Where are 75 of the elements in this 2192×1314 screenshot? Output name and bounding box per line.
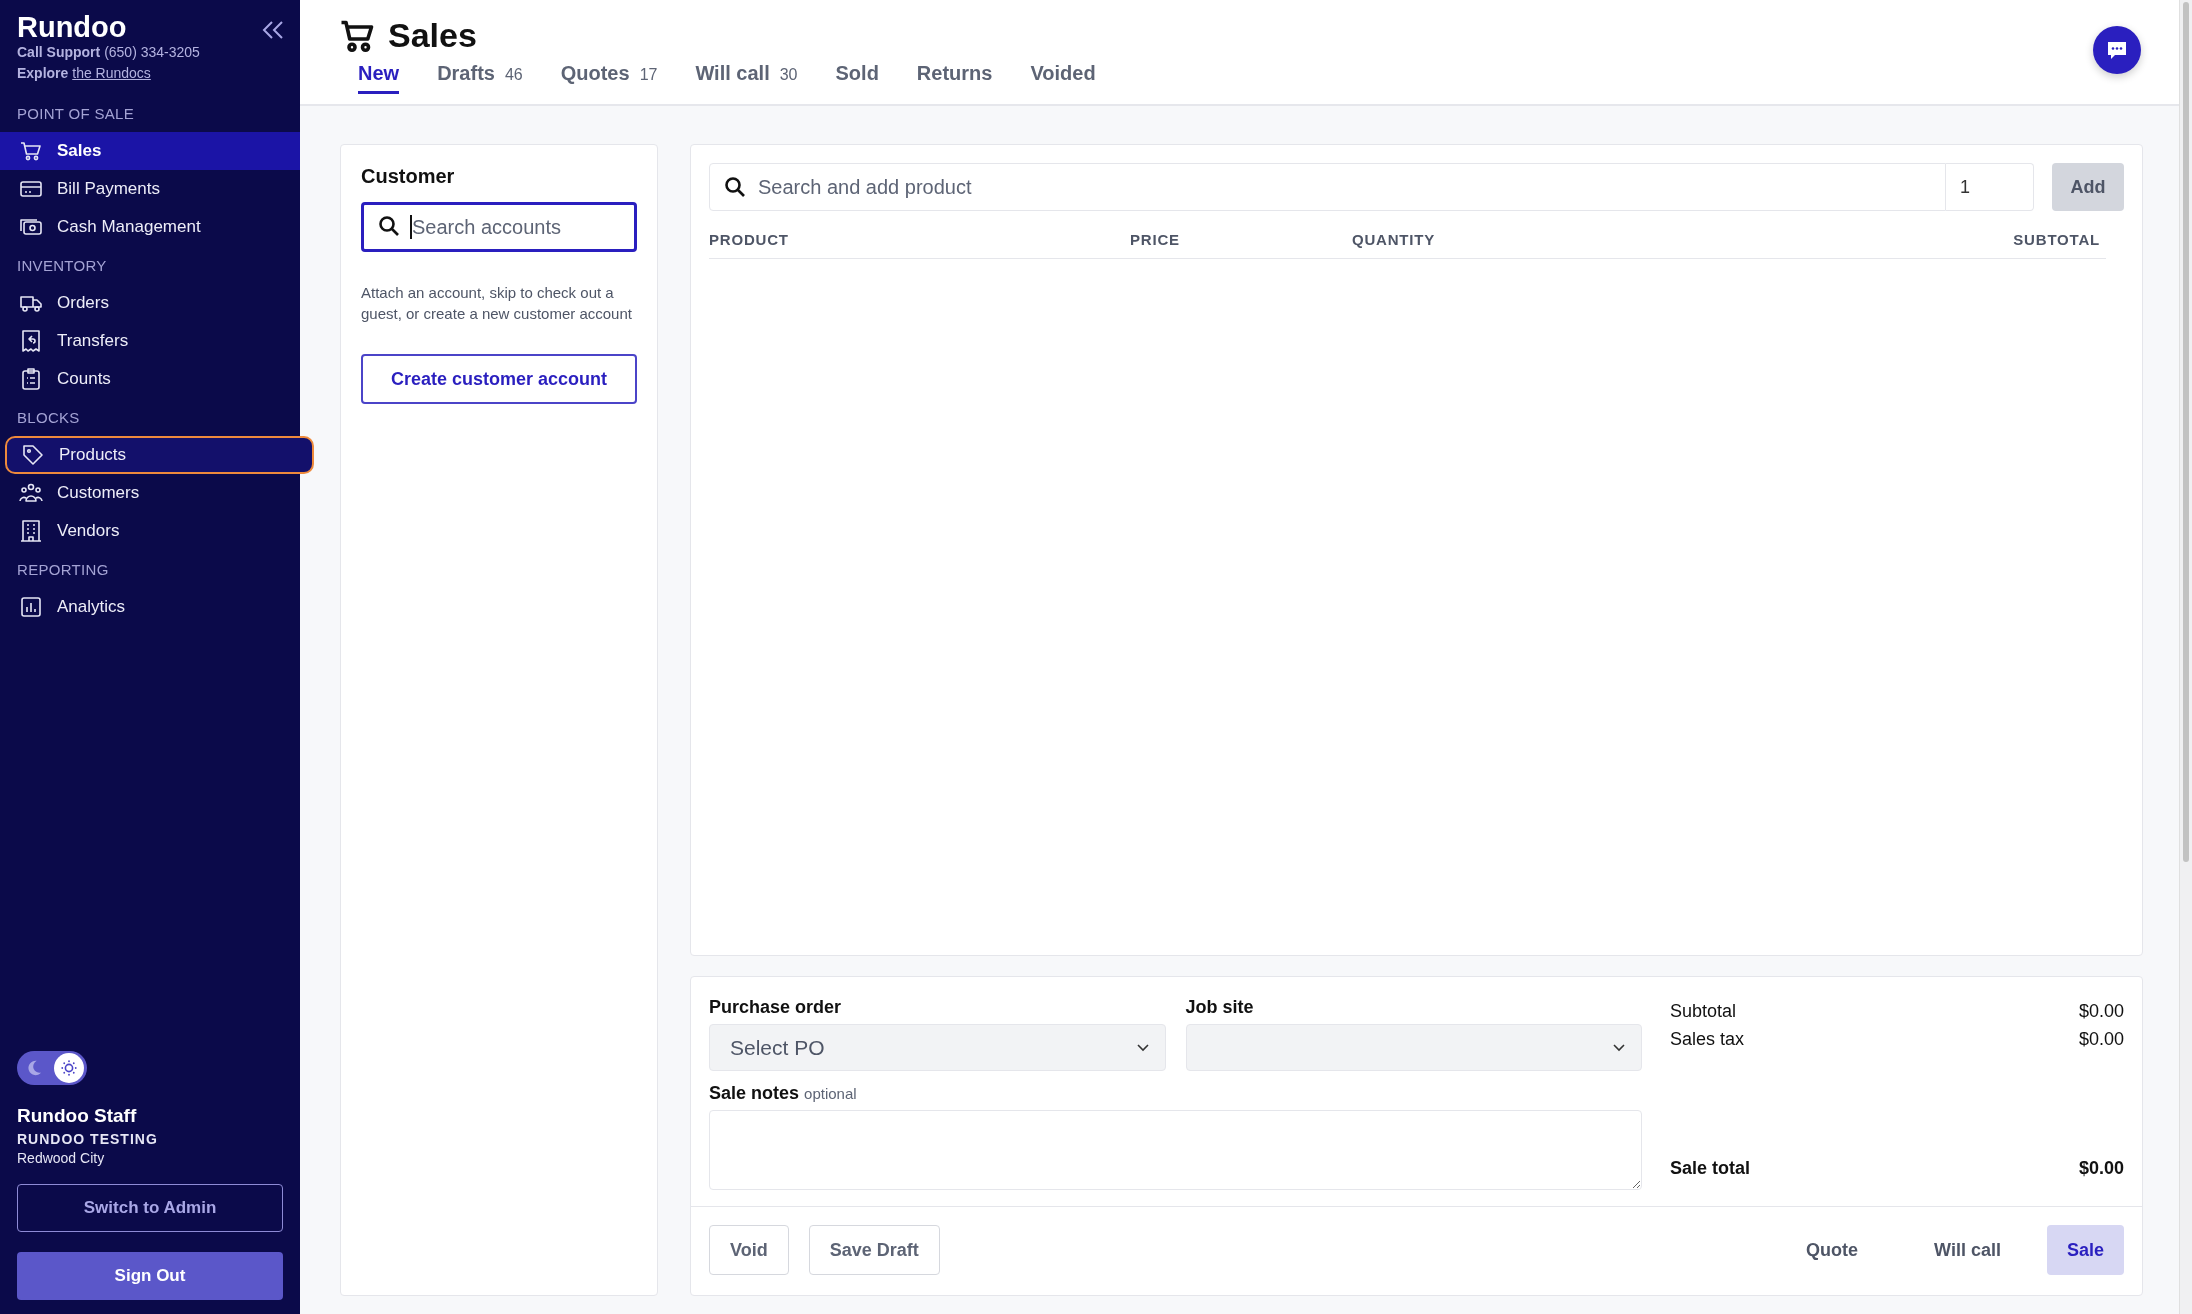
product-search-field[interactable]: Search and add product — [709, 163, 1946, 211]
tag-icon — [21, 443, 45, 467]
theme-toggle[interactable] — [17, 1051, 87, 1085]
nav-item[interactable]: Vendors — [0, 512, 300, 550]
section-heading: POINT OF SALE — [16, 104, 135, 124]
column-header: SUBTOTAL — [2013, 231, 2100, 248]
help-text: Attach an account, skip to check out a guest, or create a new customer account — [361, 283, 633, 324]
people-icon — [19, 481, 43, 505]
chart-icon — [19, 595, 43, 619]
sign-out-button[interactable]: Sign Out — [17, 1252, 283, 1300]
company-name: RUNDOO TESTING — [16, 1131, 159, 1147]
quantity-field[interactable]: 1 — [1946, 163, 2034, 211]
add-button[interactable]: Add — [2052, 163, 2124, 211]
summary-value: $0.00 — [2078, 1000, 2124, 1023]
action-button[interactable]: Void — [709, 1225, 789, 1275]
optional-hint: optional — [804, 1085, 857, 1102]
tab[interactable]: Returns — [916, 62, 993, 94]
summary-value: $0.00 — [2078, 1028, 2124, 1051]
clipboard-icon — [19, 367, 43, 391]
column-header: QUANTITY — [1352, 231, 1437, 248]
chevron-icon — [1613, 1043, 1625, 1052]
store-location: Redwood City — [16, 1150, 106, 1166]
account-search-field[interactable]: Search accounts — [361, 202, 637, 252]
tab[interactable]: Voided — [1030, 62, 1096, 94]
action-button[interactable]: Quote — [1786, 1225, 1879, 1275]
nav-item[interactable]: Orders — [0, 284, 300, 322]
moon-icon — [25, 1059, 43, 1077]
tab[interactable]: Drafts 46 — [437, 62, 523, 94]
nav-item[interactable]: Transfers — [0, 322, 300, 360]
summary-label: Sales tax — [1670, 1028, 1745, 1051]
field-label: Purchase order — [709, 997, 843, 1018]
field-label: Job site — [1185, 997, 1255, 1018]
collapse-icon[interactable] — [262, 20, 284, 40]
nav-item[interactable]: Bill Payments — [0, 170, 300, 208]
switch-admin-button[interactable]: Switch to Admin — [17, 1184, 283, 1232]
nav-item[interactable]: Cash Management — [0, 208, 300, 246]
support-phone: (650) 334-3205 — [104, 44, 200, 60]
nav-item[interactable]: Sales — [0, 132, 300, 170]
tab[interactable]: Quotes 17 — [560, 62, 658, 94]
action-button[interactable]: Will call — [1914, 1225, 2021, 1275]
docs-link[interactable]: the Rundocs — [72, 65, 151, 81]
purchase-order-dropdown[interactable]: Select PO — [709, 1024, 1166, 1071]
user-name: Rundoo Staff — [16, 1105, 138, 1127]
panel-title: Customer — [361, 165, 456, 188]
field-label: Sale notes — [709, 1083, 800, 1103]
sun-icon — [54, 1053, 84, 1083]
tab[interactable]: Will call 30 — [695, 62, 798, 94]
tab[interactable]: Sold — [835, 62, 879, 94]
nav-item[interactable]: Analytics — [0, 588, 300, 626]
section-heading: BLOCKS — [16, 408, 81, 428]
cart-icon — [19, 139, 43, 163]
nav-item[interactable]: Customers — [0, 474, 300, 512]
chat-button[interactable] — [2093, 26, 2141, 74]
create-account-button[interactable]: Create customer account — [361, 354, 637, 404]
column-header: PRODUCT — [709, 231, 790, 248]
support-label: Call Support — [17, 44, 101, 60]
tab[interactable]: New — [358, 62, 400, 94]
nav-item[interactable]: Products — [5, 436, 314, 474]
summary-label: Subtotal — [1670, 1000, 1737, 1023]
column-header: PRICE — [1130, 231, 1181, 248]
section-heading: REPORTING — [16, 560, 110, 580]
action-button[interactable]: Save Draft — [808, 1225, 940, 1275]
brand-logo: Rundoo — [17, 12, 128, 42]
summary-label: Sale total — [1670, 1157, 1751, 1180]
nav-item[interactable]: Counts — [0, 360, 300, 398]
sale-notes-field[interactable] — [709, 1110, 1642, 1190]
summary-value: $0.00 — [2078, 1157, 2124, 1180]
building-icon — [19, 519, 43, 543]
chevron-icon — [1136, 1043, 1149, 1052]
explore-label: Explore — [17, 65, 69, 81]
page-title: Sales — [388, 16, 477, 55]
scrollbar[interactable] — [2179, 0, 2192, 1314]
action-button[interactable]: Sale — [2046, 1225, 2124, 1275]
section-heading: INVENTORY — [16, 256, 108, 276]
receipt-icon — [19, 329, 43, 353]
